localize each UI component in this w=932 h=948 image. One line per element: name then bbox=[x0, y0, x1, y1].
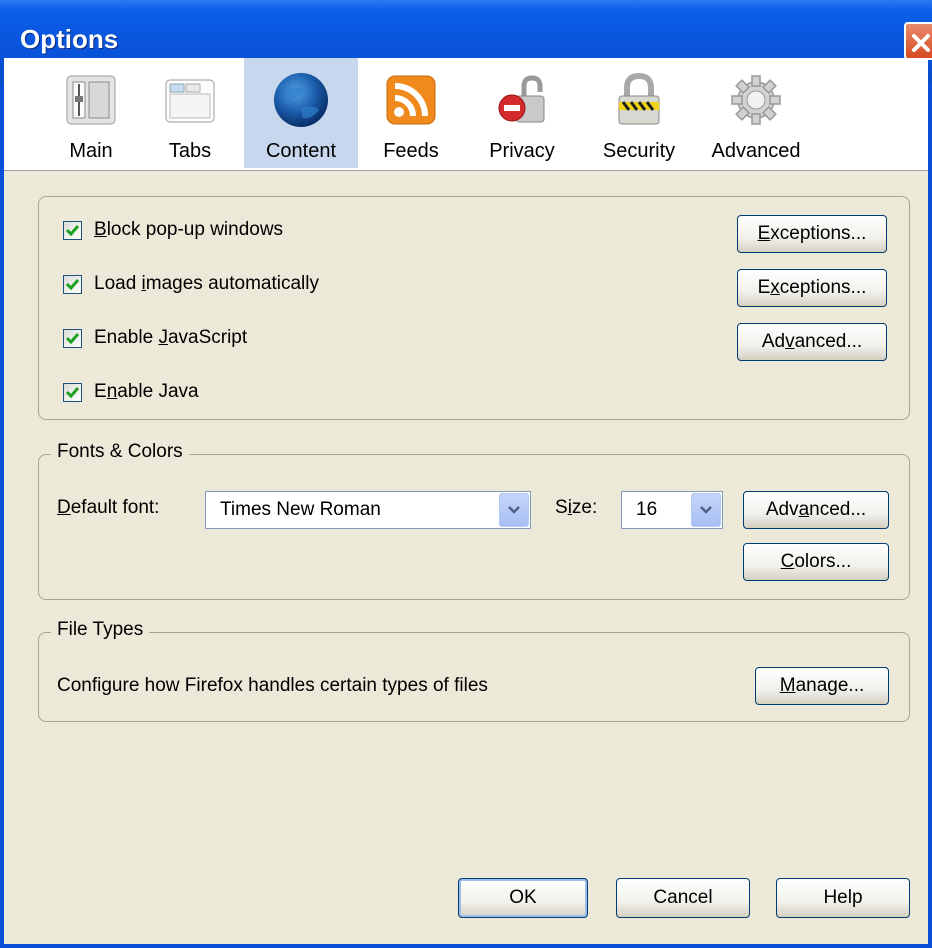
default-font-select[interactable]: Times New Roman bbox=[205, 491, 531, 529]
enable-javascript-label: Enable JavaScript bbox=[94, 327, 248, 348]
tab-content-label: Content bbox=[265, 140, 337, 162]
checkbox-box[interactable] bbox=[63, 328, 82, 348]
checkbox-box[interactable] bbox=[63, 220, 82, 240]
default-font-dropdown-button[interactable] bbox=[499, 493, 529, 527]
tab-privacy-label: Privacy bbox=[489, 140, 555, 162]
enable-javascript-checkbox[interactable]: Enable JavaScript bbox=[63, 323, 247, 353]
default-font-label: Default font: bbox=[57, 497, 160, 518]
file-types-legend: File Types bbox=[51, 619, 150, 641]
content-pane: Block pop-up windows Load images automat… bbox=[4, 172, 928, 944]
fonts-advanced-button[interactable]: Advanced... bbox=[743, 491, 889, 529]
checkbox-box[interactable] bbox=[63, 382, 82, 402]
chevron-down-icon bbox=[700, 506, 712, 514]
fonts-colors-legend: Fonts & Colors bbox=[51, 441, 189, 463]
checkmark-icon bbox=[65, 386, 80, 398]
ok-button[interactable]: OK bbox=[458, 878, 588, 918]
checkmark-icon bbox=[65, 278, 80, 290]
tab-security-label: Security bbox=[602, 140, 676, 162]
options-dialog: Options Main Tabs Content Feeds Privacy … bbox=[0, 0, 932, 948]
tab-privacy[interactable]: Privacy bbox=[472, 58, 572, 168]
content-options-group: Block pop-up windows Load images automat… bbox=[38, 196, 910, 420]
checkmark-icon bbox=[65, 332, 80, 344]
block-popups-label: Block pop-up windows bbox=[94, 219, 284, 240]
popup-exceptions-button[interactable]: Exceptions... bbox=[737, 215, 887, 253]
tab-advanced-label: Advanced bbox=[711, 140, 801, 162]
enable-java-checkbox[interactable]: Enable Java bbox=[63, 377, 199, 407]
close-button[interactable] bbox=[904, 22, 932, 60]
tab-main-label: Main bbox=[69, 140, 113, 162]
fonts-colors-group: Fonts & Colors Default font: Times New R… bbox=[38, 441, 910, 600]
file-types-group: File Types Configure how Firefox handles… bbox=[38, 619, 910, 722]
close-icon bbox=[912, 34, 930, 52]
javascript-advanced-button[interactable]: Advanced... bbox=[737, 323, 887, 361]
chevron-down-icon bbox=[508, 506, 520, 514]
tab-advanced[interactable]: Advanced bbox=[700, 58, 812, 168]
tab-content[interactable]: Content bbox=[244, 58, 358, 168]
tab-tabs-label: Tabs bbox=[168, 140, 212, 162]
tab-main[interactable]: Main bbox=[50, 58, 132, 168]
font-size-select[interactable]: 16 bbox=[621, 491, 723, 529]
images-exceptions-button[interactable]: Exceptions... bbox=[737, 269, 887, 307]
tab-feeds-label: Feeds bbox=[383, 140, 439, 162]
tab-tabs[interactable]: Tabs bbox=[150, 58, 230, 168]
privacy-lock-icon bbox=[498, 75, 545, 123]
checkbox-box[interactable] bbox=[63, 274, 82, 294]
colors-button[interactable]: Colors... bbox=[743, 543, 889, 581]
window-title: Options bbox=[20, 24, 119, 54]
security-padlock-icon bbox=[618, 72, 660, 125]
preferences-toolbar: Main Tabs Content Feeds Privacy Security… bbox=[4, 58, 928, 171]
rss-feed-icon bbox=[386, 75, 436, 125]
font-size-value: 16 bbox=[636, 499, 658, 520]
tab-feeds[interactable]: Feeds bbox=[370, 58, 452, 168]
load-images-checkbox[interactable]: Load images automatically bbox=[63, 269, 319, 299]
checkmark-icon bbox=[65, 224, 80, 236]
block-popups-checkbox[interactable]: Block pop-up windows bbox=[63, 215, 283, 245]
help-button[interactable]: Help bbox=[776, 878, 910, 918]
cancel-button[interactable]: Cancel bbox=[616, 878, 750, 918]
font-size-dropdown-button[interactable] bbox=[691, 493, 721, 527]
default-font-value: Times New Roman bbox=[220, 499, 381, 520]
gear-icon bbox=[731, 75, 781, 125]
manage-button[interactable]: Manage... bbox=[755, 667, 889, 705]
tab-security[interactable]: Security bbox=[586, 58, 692, 168]
file-types-description: Configure how Firefox handles certain ty… bbox=[57, 675, 488, 696]
globe-icon bbox=[274, 73, 328, 127]
tabs-window-icon bbox=[165, 79, 215, 123]
enable-java-label: Enable Java bbox=[94, 381, 199, 402]
main-switch-icon bbox=[66, 75, 116, 125]
size-label: Size: bbox=[555, 497, 598, 518]
load-images-label: Load images automatically bbox=[94, 273, 319, 294]
